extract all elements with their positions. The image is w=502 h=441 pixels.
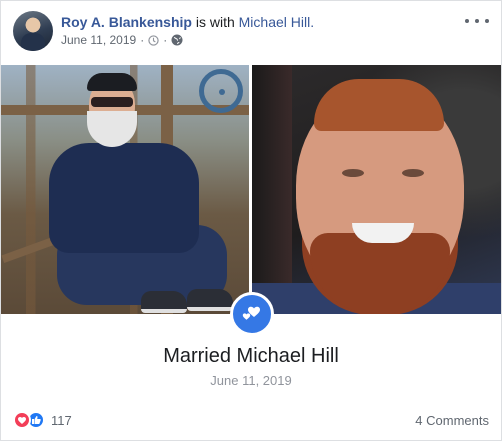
author-name-link[interactable]: Roy A. Blankenship <box>61 14 192 30</box>
hearts-icon <box>230 292 274 336</box>
author-avatar[interactable] <box>13 11 53 51</box>
life-event-date: June 11, 2019 <box>210 373 292 388</box>
globe-icon[interactable] <box>171 34 183 46</box>
photo-grid <box>1 65 501 314</box>
post-footer: 117 4 Comments <box>13 411 489 433</box>
with-text: is with <box>195 14 235 30</box>
photo-michael[interactable] <box>252 65 501 314</box>
post-meta: June 11, 2019 · · <box>61 33 183 47</box>
reaction-count[interactable]: 117 <box>51 413 72 428</box>
post-card: Roy A. Blankenship is with Michael Hill.… <box>0 0 502 441</box>
reactions-summary[interactable]: 117 <box>13 411 72 429</box>
life-event-title: Married Michael Hill <box>163 345 339 367</box>
separator-dot-2: · <box>163 33 168 47</box>
post-headline: Roy A. Blankenship is with Michael Hill. <box>61 13 314 31</box>
steering-wheel-toy <box>199 69 243 113</box>
clock-icon <box>148 34 159 46</box>
tagged-person-link[interactable]: Michael Hill. <box>239 14 314 30</box>
separator-dot: · <box>140 33 145 47</box>
post-header: Roy A. Blankenship is with Michael Hill.… <box>13 11 489 55</box>
love-icon <box>13 411 31 429</box>
more-options-icon[interactable] <box>465 13 489 29</box>
photo-roy[interactable] <box>1 65 249 314</box>
post-date-link[interactable]: June 11, 2019 <box>61 33 136 47</box>
comments-count-link[interactable]: 4 Comments <box>415 413 489 428</box>
